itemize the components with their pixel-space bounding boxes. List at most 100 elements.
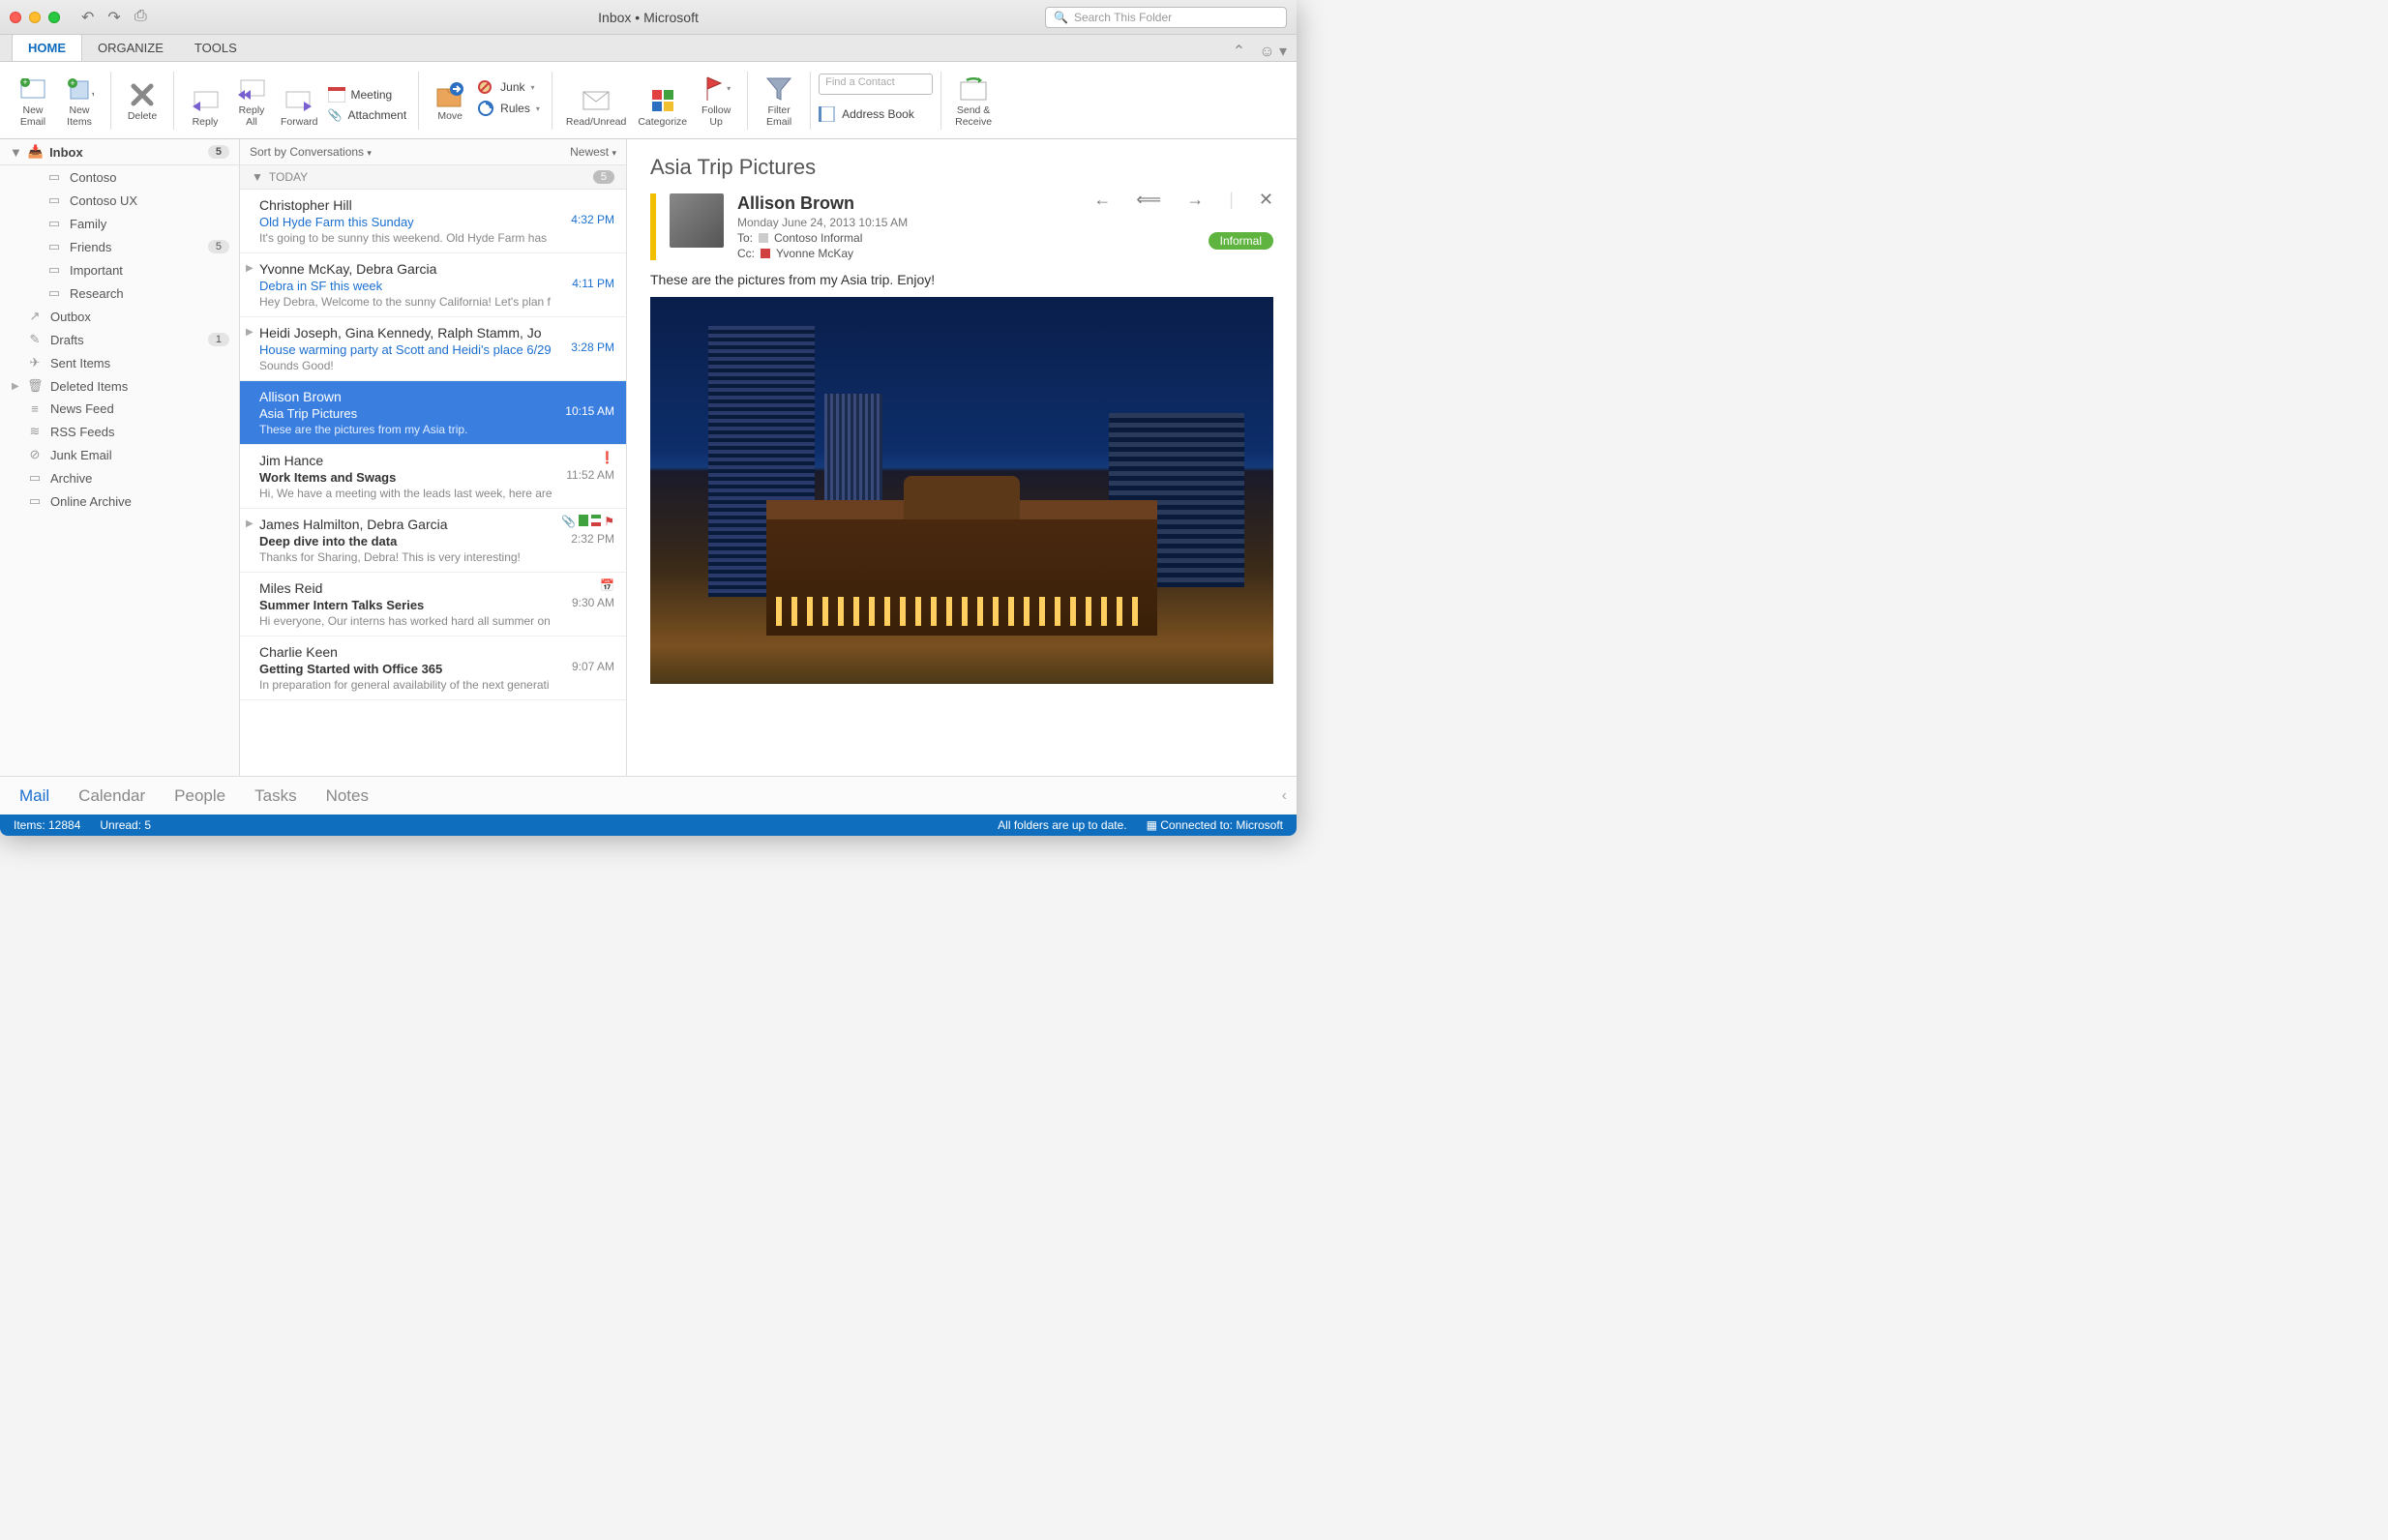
msg-subject: Summer Intern Talks Series: [259, 598, 614, 612]
reading-pane: Asia Trip Pictures Allison Brown Monday …: [627, 139, 1297, 776]
sidebar-item[interactable]: ▭Family: [0, 212, 239, 235]
folder-icon: ▭: [46, 239, 62, 254]
read-unread-button[interactable]: Read/Unread: [560, 82, 632, 131]
nav-tasks[interactable]: Tasks: [254, 786, 296, 806]
category-tag: Informal: [1209, 232, 1273, 250]
message-item[interactable]: ▶ 📎⚑ James Halmilton, Debra Garcia Deep …: [240, 509, 626, 573]
msg-time: 4:32 PM: [571, 213, 614, 226]
nav-people[interactable]: People: [174, 786, 225, 806]
reader-cc: Yvonne McKay: [776, 247, 853, 260]
expand-icon[interactable]: ▶: [246, 327, 254, 338]
nav-calendar[interactable]: Calendar: [78, 786, 145, 806]
filter-email-button[interactable]: Filter Email: [756, 71, 802, 130]
ribbon-collapse-icon[interactable]: ⌃: [1233, 42, 1245, 61]
msg-preview: Hey Debra, Welcome to the sunny Californ…: [259, 295, 614, 309]
folder-sidebar: ▼ 📥 Inbox 5 ▭Contoso▭Contoso UX▭Family▭F…: [0, 139, 240, 776]
flag-icon: ⚑: [604, 515, 614, 528]
nav-mail[interactable]: Mail: [19, 786, 49, 806]
reply-all-button[interactable]: Reply All: [228, 71, 275, 130]
attachment-button[interactable]: 📎Attachment: [328, 108, 407, 122]
emoji-icon[interactable]: ☺ ▾: [1259, 42, 1287, 61]
send-receive-button[interactable]: Send & Receive: [949, 71, 998, 130]
folder-icon: ▭: [46, 262, 62, 278]
msg-time: 9:07 AM: [572, 660, 614, 673]
msg-from: Yvonne McKay, Debra Garcia: [259, 261, 614, 277]
expand-icon[interactable]: ▶: [246, 518, 254, 529]
sidebar-item[interactable]: ▭Important: [0, 258, 239, 281]
folder-icon: ▭: [46, 192, 62, 208]
folder-icon: ▭: [27, 470, 43, 486]
svg-text:▾: ▾: [92, 90, 94, 99]
msg-from: Miles Reid: [259, 580, 614, 596]
message-item[interactable]: 📅 Miles Reid Summer Intern Talks Series …: [240, 573, 626, 637]
reply-button[interactable]: Reply: [182, 82, 228, 131]
nav-expand-icon[interactable]: ‹: [1282, 787, 1287, 805]
move-button[interactable]: Move: [427, 76, 473, 125]
junk-button[interactable]: Junk▾: [477, 79, 540, 95]
msg-preview: In preparation for general availability …: [259, 678, 614, 692]
msg-subject: Work Items and Swags: [259, 470, 614, 485]
rules-button[interactable]: Rules▾: [477, 101, 540, 116]
sidebar-item[interactable]: ⊘Junk Email: [0, 443, 239, 466]
message-item[interactable]: Allison Brown Asia Trip Pictures These a…: [240, 381, 626, 445]
follow-up-button[interactable]: ▾Follow Up: [693, 71, 739, 130]
msg-from: Christopher Hill: [259, 197, 614, 213]
msg-subject: Asia Trip Pictures: [259, 406, 614, 421]
new-email-button[interactable]: + New Email: [10, 71, 56, 130]
folder-icon: ≋: [27, 424, 43, 439]
sidebar-item[interactable]: ▶🗑Deleted Items: [0, 374, 239, 398]
message-item[interactable]: ❗ Jim Hance Work Items and Swags Hi, We …: [240, 445, 626, 509]
delete-icon[interactable]: ✕: [1259, 190, 1273, 210]
msg-time: 9:30 AM: [572, 596, 614, 609]
sidebar-item[interactable]: ✎Drafts1: [0, 328, 239, 351]
forward-button[interactable]: Forward: [275, 82, 324, 131]
email-image: [650, 297, 1273, 684]
sidebar-item[interactable]: ≡News Feed: [0, 398, 239, 420]
categorize-button[interactable]: Categorize: [632, 82, 693, 131]
sidebar-inbox[interactable]: ▼ 📥 Inbox 5: [0, 139, 239, 165]
msg-time: 3:28 PM: [571, 341, 614, 354]
reply-all-icon[interactable]: ⟸: [1136, 190, 1161, 210]
msg-preview: It's going to be sunny this weekend. Old…: [259, 231, 614, 245]
tab-home[interactable]: HOME: [12, 34, 82, 61]
message-item[interactable]: ▶ Heidi Joseph, Gina Kennedy, Ralph Stam…: [240, 317, 626, 381]
delete-button[interactable]: Delete: [119, 76, 165, 125]
message-list: Sort by Conversations ▾ Newest ▾ ▼ TODAY…: [240, 139, 627, 776]
find-contact-input[interactable]: Find a Contact: [819, 74, 933, 95]
reader-subject: Asia Trip Pictures: [627, 139, 1297, 190]
new-items-button[interactable]: +▾ New Items: [56, 71, 103, 130]
message-item[interactable]: ▶ Yvonne McKay, Debra Garcia Debra in SF…: [240, 253, 626, 317]
sidebar-item[interactable]: ▭Friends5: [0, 235, 239, 258]
meeting-button[interactable]: Meeting: [328, 87, 407, 103]
sender-avatar: [670, 193, 724, 248]
sidebar-item[interactable]: ✈Sent Items: [0, 351, 239, 374]
sidebar-item[interactable]: ▭Contoso UX: [0, 189, 239, 212]
reader-date: Monday June 24, 2013 10:15 AM: [737, 216, 1273, 229]
status-items: Items: 12884: [14, 818, 80, 832]
expand-icon[interactable]: ▶: [246, 263, 254, 274]
nav-notes[interactable]: Notes: [326, 786, 369, 806]
folder-icon: ✈: [27, 355, 43, 370]
msg-time: 4:11 PM: [572, 277, 614, 290]
address-book-button[interactable]: Address Book: [819, 106, 933, 122]
sidebar-item[interactable]: ▭Contoso: [0, 165, 239, 189]
message-item[interactable]: Christopher Hill Old Hyde Farm this Sund…: [240, 190, 626, 253]
msg-from: Heidi Joseph, Gina Kennedy, Ralph Stamm,…: [259, 325, 614, 341]
sidebar-item[interactable]: ▭Online Archive: [0, 489, 239, 513]
message-item[interactable]: Charlie Keen Getting Started with Office…: [240, 637, 626, 700]
tab-tools[interactable]: TOOLS: [179, 35, 253, 61]
reply-icon[interactable]: ←: [1093, 190, 1111, 210]
forward-icon[interactable]: →: [1186, 190, 1204, 210]
folder-icon: ✎: [27, 332, 43, 347]
sidebar-item[interactable]: ▭Research: [0, 281, 239, 305]
sidebar-item[interactable]: ≋RSS Feeds: [0, 420, 239, 443]
svg-text:+: +: [22, 78, 27, 87]
sidebar-item[interactable]: ▭Archive: [0, 466, 239, 489]
sort-order-button[interactable]: Newest ▾: [570, 145, 616, 159]
status-bar: Items: 12884 Unread: 5 All folders are u…: [0, 814, 1297, 836]
sort-by-button[interactable]: Sort by Conversations ▾: [250, 145, 372, 159]
group-today[interactable]: ▼ TODAY 5: [240, 165, 626, 190]
sidebar-item[interactable]: ↗Outbox: [0, 305, 239, 328]
tab-organize[interactable]: ORGANIZE: [82, 35, 179, 61]
status-unread: Unread: 5: [100, 818, 151, 832]
